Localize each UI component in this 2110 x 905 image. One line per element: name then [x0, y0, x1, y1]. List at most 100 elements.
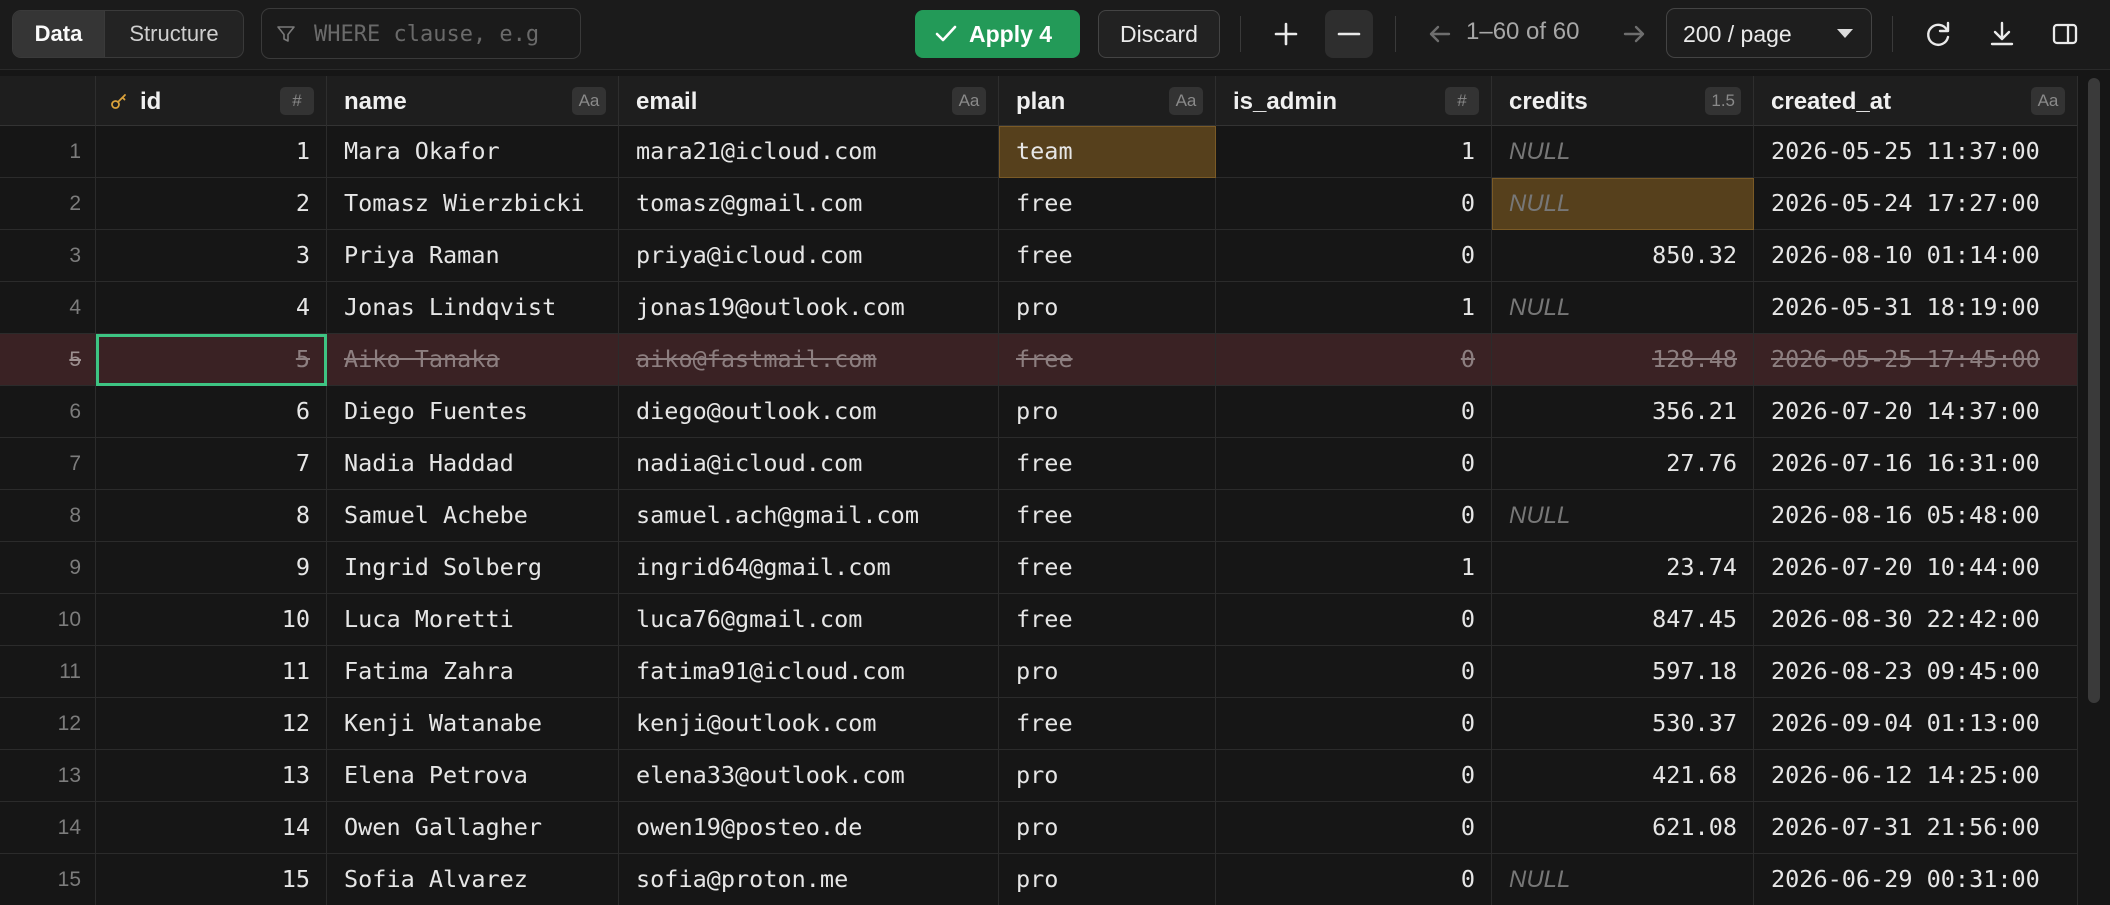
created-at-cell[interactable]: 2026-08-16 05:48:00 — [1754, 490, 2078, 542]
name-cell[interactable]: Nadia Haddad — [327, 438, 619, 490]
column-header-email[interactable]: email Aa — [619, 76, 999, 126]
created-at-cell[interactable]: 2026-07-16 16:31:00 — [1754, 438, 2078, 490]
created-at-cell[interactable]: 2026-07-20 10:44:00 — [1754, 542, 2078, 594]
id-cell[interactable]: 10 — [96, 594, 327, 646]
plan-cell[interactable]: pro — [999, 646, 1216, 698]
plan-cell[interactable]: team — [999, 126, 1216, 178]
email-cell[interactable]: luca76@gmail.com — [619, 594, 999, 646]
column-header-credits[interactable]: credits 1.5 — [1492, 76, 1754, 126]
id-cell[interactable]: 11 — [96, 646, 327, 698]
name-cell[interactable]: Diego Fuentes — [327, 386, 619, 438]
email-cell[interactable]: jonas19@outlook.com — [619, 282, 999, 334]
plan-cell[interactable]: pro — [999, 386, 1216, 438]
is-admin-cell[interactable]: 0 — [1216, 178, 1492, 230]
created-at-cell[interactable]: 2026-05-25 11:37:00 — [1754, 126, 2078, 178]
vertical-scrollbar[interactable] — [2088, 78, 2100, 703]
id-cell[interactable]: 13 — [96, 750, 327, 802]
email-cell[interactable]: tomasz@gmail.com — [619, 178, 999, 230]
id-cell[interactable]: 6 — [96, 386, 327, 438]
name-cell[interactable]: Luca Moretti — [327, 594, 619, 646]
toggle-sidebar-button[interactable] — [2041, 10, 2089, 58]
name-cell[interactable]: Ingrid Solberg — [327, 542, 619, 594]
apply-changes-button[interactable]: Apply 4 — [915, 10, 1080, 58]
plan-cell[interactable]: pro — [999, 282, 1216, 334]
plan-cell[interactable]: free — [999, 698, 1216, 750]
next-page-button[interactable] — [1610, 10, 1658, 58]
is-admin-cell[interactable]: 0 — [1216, 646, 1492, 698]
delete-row-button[interactable] — [1325, 10, 1373, 58]
plan-cell[interactable]: pro — [999, 802, 1216, 854]
null-cell[interactable]: NULL — [1492, 282, 1754, 334]
name-cell[interactable]: Fatima Zahra — [327, 646, 619, 698]
name-cell[interactable]: Aiko Tanaka — [327, 334, 619, 386]
plan-cell[interactable]: pro — [999, 854, 1216, 905]
column-header-plan[interactable]: plan Aa — [999, 76, 1216, 126]
is-admin-cell[interactable]: 0 — [1216, 230, 1492, 282]
column-header-created-at[interactable]: created_at Aa — [1754, 76, 2078, 126]
table-row[interactable]: 3 3 Priya Raman priya@icloud.com free 0 850.32… — [0, 230, 2078, 282]
plan-cell[interactable]: free — [999, 438, 1216, 490]
created-at-cell[interactable]: 2026-07-20 14:37:00 — [1754, 386, 2078, 438]
email-cell[interactable]: aiko@fastmail.com — [619, 334, 999, 386]
where-clause-input[interactable] — [314, 19, 572, 49]
is-admin-cell[interactable]: 1 — [1216, 126, 1492, 178]
email-cell[interactable]: kenji@outlook.com — [619, 698, 999, 750]
name-cell[interactable]: Owen Gallagher — [327, 802, 619, 854]
name-cell[interactable]: Jonas Lindqvist — [327, 282, 619, 334]
discard-button[interactable]: Discard — [1098, 10, 1220, 58]
credits-cell[interactable]: 597.18 — [1492, 646, 1754, 698]
plan-cell[interactable]: free — [999, 490, 1216, 542]
column-header-is-admin[interactable]: is_admin # — [1216, 76, 1492, 126]
plan-cell[interactable]: free — [999, 334, 1216, 386]
created-at-cell[interactable]: 2026-08-10 01:14:00 — [1754, 230, 2078, 282]
email-cell[interactable]: owen19@posteo.de — [619, 802, 999, 854]
tab-structure[interactable]: Structure — [105, 11, 243, 57]
table-row[interactable]: 10 10 Luca Moretti luca76@gmail.com free 0 847… — [0, 594, 2078, 646]
email-cell[interactable]: samuel.ach@gmail.com — [619, 490, 999, 542]
id-cell[interactable]: 1 — [96, 126, 327, 178]
created-at-cell[interactable]: 2026-05-24 17:27:00 — [1754, 178, 2078, 230]
email-cell[interactable]: sofia@proton.me — [619, 854, 999, 905]
table-row[interactable]: 7 7 Nadia Haddad nadia@icloud.com free 0 27.76… — [0, 438, 2078, 490]
is-admin-cell[interactable]: 0 — [1216, 386, 1492, 438]
table-row[interactable]: 15 15 Sofia Alvarez sofia@proton.me pro 0 NULL… — [0, 854, 2078, 905]
created-at-cell[interactable]: 2026-07-31 21:56:00 — [1754, 802, 2078, 854]
table-row[interactable]: 8 8 Samuel Achebe samuel.ach@gmail.com free 0… — [0, 490, 2078, 542]
table-row[interactable]: 11 11 Fatima Zahra fatima91@icloud.com pro 0 5… — [0, 646, 2078, 698]
is-admin-cell[interactable]: 0 — [1216, 438, 1492, 490]
tab-data[interactable]: Data — [13, 11, 105, 57]
is-admin-cell[interactable]: 0 — [1216, 594, 1492, 646]
created-at-cell[interactable]: 2026-06-12 14:25:00 — [1754, 750, 2078, 802]
page-size-select[interactable]: 200 / page — [1666, 8, 1872, 58]
plan-cell[interactable]: free — [999, 230, 1216, 282]
created-at-cell[interactable]: 2026-08-23 09:45:00 — [1754, 646, 2078, 698]
created-at-cell[interactable]: 2026-05-25 17:45:00 — [1754, 334, 2078, 386]
credits-cell[interactable]: 621.08 — [1492, 802, 1754, 854]
email-cell[interactable]: ingrid64@gmail.com — [619, 542, 999, 594]
is-admin-cell[interactable]: 1 — [1216, 282, 1492, 334]
is-admin-cell[interactable]: 1 — [1216, 542, 1492, 594]
is-admin-cell[interactable]: 0 — [1216, 334, 1492, 386]
column-header-name[interactable]: name Aa — [327, 76, 619, 126]
is-admin-cell[interactable]: 0 — [1216, 698, 1492, 750]
email-cell[interactable]: nadia@icloud.com — [619, 438, 999, 490]
is-admin-cell[interactable]: 0 — [1216, 854, 1492, 905]
name-cell[interactable]: Sofia Alvarez — [327, 854, 619, 905]
table-row[interactable]: 14 14 Owen Gallagher owen19@posteo.de pro 0 62… — [0, 802, 2078, 854]
id-cell[interactable]: 15 — [96, 854, 327, 905]
id-cell[interactable]: 14 — [96, 802, 327, 854]
name-cell[interactable]: Priya Raman — [327, 230, 619, 282]
credits-cell[interactable]: 850.32 — [1492, 230, 1754, 282]
credits-cell[interactable]: 23.74 — [1492, 542, 1754, 594]
null-cell[interactable]: NULL — [1492, 126, 1754, 178]
credits-cell[interactable]: 847.45 — [1492, 594, 1754, 646]
plan-cell[interactable]: free — [999, 594, 1216, 646]
plan-cell[interactable]: free — [999, 178, 1216, 230]
id-cell[interactable]: 5 — [96, 334, 327, 386]
add-row-button[interactable] — [1262, 10, 1310, 58]
id-cell[interactable]: 12 — [96, 698, 327, 750]
name-cell[interactable]: Samuel Achebe — [327, 490, 619, 542]
created-at-cell[interactable]: 2026-05-31 18:19:00 — [1754, 282, 2078, 334]
name-cell[interactable]: Kenji Watanabe — [327, 698, 619, 750]
null-cell[interactable]: NULL — [1492, 178, 1754, 230]
